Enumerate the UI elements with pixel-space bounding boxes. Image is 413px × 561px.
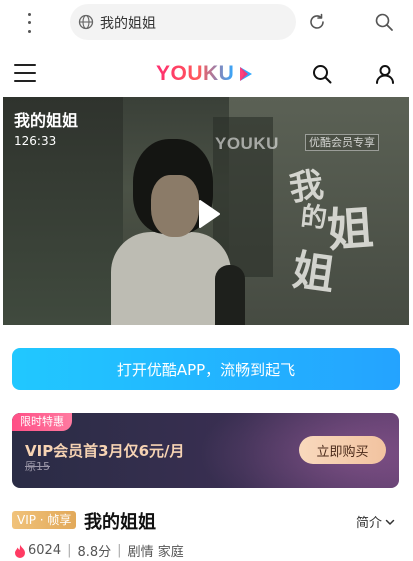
calligraphy-title-art: 我 的 姐 姐 xyxy=(281,157,391,307)
globe-icon xyxy=(78,14,94,30)
logo-play-mark-icon xyxy=(240,67,253,81)
reload-icon[interactable] xyxy=(307,12,327,32)
browser-toolbar: 我的姐姐 xyxy=(0,0,413,46)
show-title: 我的姐姐 xyxy=(84,512,156,533)
kebab-menu-icon[interactable] xyxy=(22,10,36,36)
intro-button[interactable]: 简介 xyxy=(356,512,395,531)
open-app-button[interactable]: 打开优酷APP，流畅到起飞 xyxy=(12,348,400,390)
show-meta: 6024 | 8.8分 | 剧情 家庭 xyxy=(14,541,184,560)
hamburger-menu-icon[interactable] xyxy=(14,64,36,82)
limited-offer-tag: 限时特惠 xyxy=(12,413,72,431)
video-frame-background xyxy=(3,97,123,325)
video-player[interactable]: 我的姐姐 126:33 YOUKU 优酷会员专享 我 的 姐 姐 xyxy=(3,97,409,325)
address-bar[interactable]: 我的姐姐 xyxy=(70,4,296,40)
user-icon[interactable] xyxy=(375,64,395,84)
search-icon[interactable] xyxy=(312,64,332,84)
original-price: 原15 xyxy=(25,460,50,473)
buy-now-button[interactable]: 立即购买 xyxy=(299,436,386,464)
app-header: YOUKU xyxy=(0,50,413,98)
youku-logo[interactable]: YOUKU xyxy=(156,62,255,86)
genres: 剧情 家庭 xyxy=(127,545,184,560)
video-title: 我的姐姐 xyxy=(14,111,79,130)
vip-exclusive-badge: 优酷会员专享 xyxy=(305,134,379,151)
intro-label: 简介 xyxy=(356,516,383,531)
calligraphy-char: 姐 xyxy=(289,245,338,300)
chevron-down-icon xyxy=(385,519,395,525)
video-frame-figure-face xyxy=(151,175,199,237)
play-icon[interactable] xyxy=(197,199,221,229)
youku-watermark: YOUKU xyxy=(215,134,279,153)
flame-icon xyxy=(15,544,25,558)
search-icon[interactable] xyxy=(374,12,394,32)
vip-promo-banner[interactable]: 限时特惠 VIP会员首3月仅6元/月 原15 立即购买 xyxy=(12,413,399,488)
video-frame-child xyxy=(215,265,245,325)
logo-text: YOUKU xyxy=(156,62,235,85)
vip-badge: VIP · 帧享 xyxy=(12,511,77,529)
url-text: 我的姐姐 xyxy=(100,16,156,32)
video-frame-figure xyxy=(111,232,231,325)
score: 8.8分 xyxy=(77,545,112,560)
heat-count: 6024 xyxy=(28,543,62,558)
video-duration: 126:33 xyxy=(14,134,57,148)
